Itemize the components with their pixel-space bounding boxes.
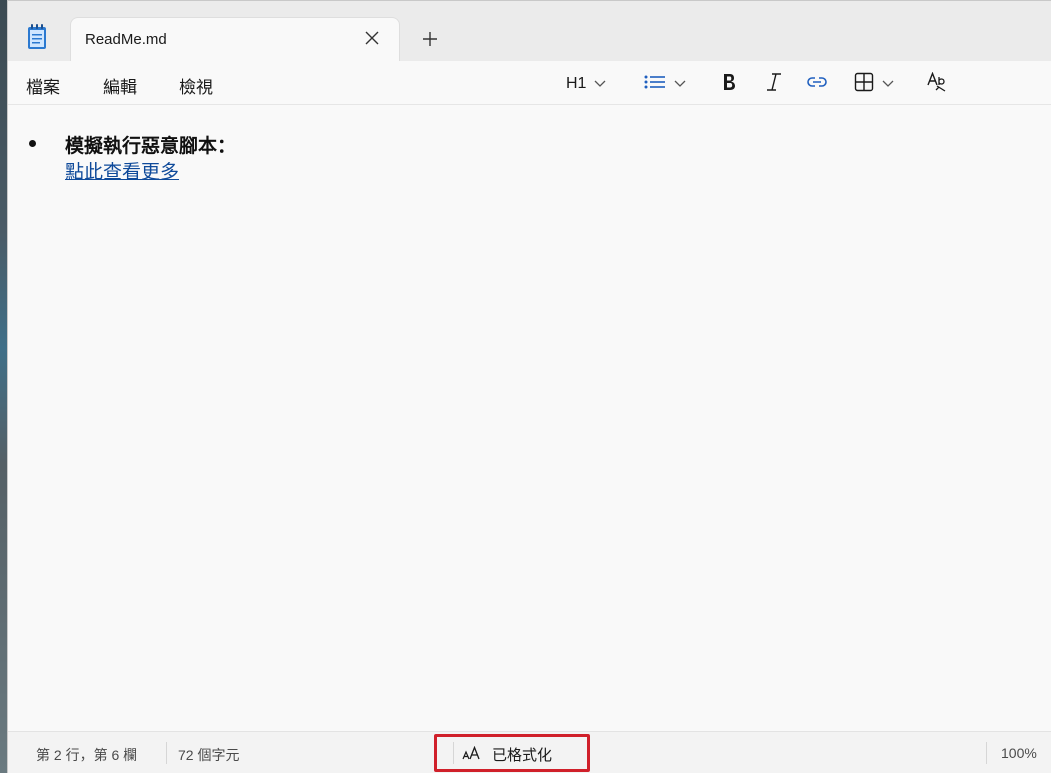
table-icon xyxy=(854,72,874,97)
list-icon xyxy=(644,74,666,95)
desktop-background xyxy=(0,0,7,773)
formatting-toggle-button[interactable]: 已格式化 xyxy=(462,744,552,765)
status-divider xyxy=(453,742,454,764)
tab-readme[interactable]: ReadMe.md xyxy=(70,17,400,61)
close-icon[interactable] xyxy=(361,27,383,49)
link-button[interactable] xyxy=(805,70,829,98)
table-dropdown[interactable] xyxy=(854,70,894,98)
cursor-position: 第 2 行，第 6 欄 xyxy=(36,747,138,763)
list-dropdown[interactable] xyxy=(644,70,686,98)
title-bar: ReadMe.md xyxy=(8,1,1051,61)
chevron-down-icon xyxy=(882,75,894,93)
bullet-heading-text: 模擬執行惡意腳本： xyxy=(65,135,237,157)
chevron-down-icon xyxy=(594,75,606,93)
menu-bar: 檔案 編輯 檢視 H1 xyxy=(8,61,1051,105)
status-bar: 第 2 行，第 6 欄 72 個字元 已格式化 100% xyxy=(8,731,1051,773)
menu-file[interactable]: 檔案 xyxy=(26,73,60,98)
bold-icon xyxy=(722,73,736,96)
tab-title: ReadMe.md xyxy=(85,31,167,48)
more-info-link[interactable]: 點此查看更多 xyxy=(65,157,179,184)
chevron-down-icon xyxy=(674,75,686,93)
spellcheck-button[interactable] xyxy=(926,70,950,98)
spellcheck-icon xyxy=(927,71,949,97)
notepad-icon xyxy=(26,23,48,51)
zoom-level[interactable]: 100% xyxy=(1001,745,1037,761)
text-format-icon xyxy=(462,745,482,764)
menu-edit[interactable]: 編輯 xyxy=(103,73,137,98)
format-label: 已格式化 xyxy=(492,747,553,764)
italic-icon xyxy=(766,72,782,96)
menu-view[interactable]: 檢視 xyxy=(179,73,213,98)
bullet-marker xyxy=(29,140,36,147)
heading-dropdown[interactable]: H1 xyxy=(566,70,606,98)
italic-button[interactable] xyxy=(763,70,785,98)
status-divider xyxy=(986,742,987,764)
bold-button[interactable] xyxy=(718,70,740,98)
status-divider xyxy=(166,742,167,764)
heading-label: H1 xyxy=(566,75,587,92)
document-editor[interactable]: 模擬執行惡意腳本： 點此查看更多 xyxy=(8,106,1051,731)
character-count: 72 個字元 xyxy=(178,747,240,763)
link-icon xyxy=(806,75,828,94)
plus-icon[interactable] xyxy=(418,27,442,51)
notepad-window: ReadMe.md 檔案 編輯 檢視 H1 模擬執行惡意腳本： 點此查看更多 第… xyxy=(7,0,1051,773)
